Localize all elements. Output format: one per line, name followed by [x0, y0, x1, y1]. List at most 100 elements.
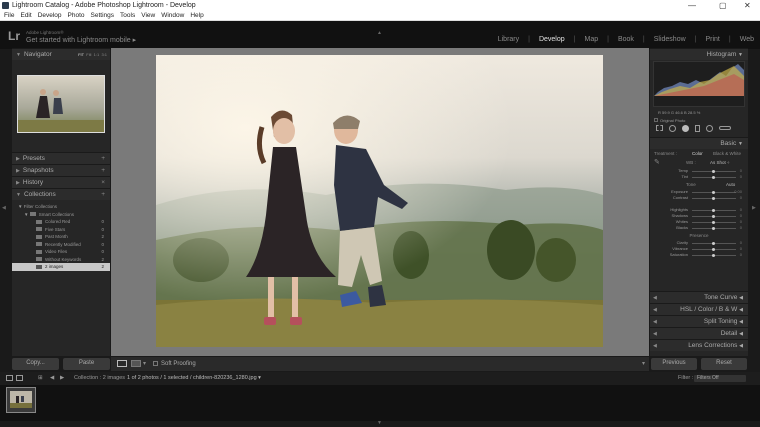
slider-knob[interactable]: [712, 247, 715, 251]
maximize-icon[interactable]: ▢: [719, 0, 727, 11]
crop-icon[interactable]: [656, 125, 663, 131]
right-panel-toggle-icon[interactable]: ▶: [752, 205, 756, 211]
list-item[interactable]: Recently Modified 0: [12, 241, 110, 249]
bottom-panel-toggle[interactable]: ▼: [0, 420, 760, 427]
tone-curve-header[interactable]: ◀ Tone Curve ◀: [650, 291, 748, 303]
detail-header[interactable]: ◀ Detail ◀: [650, 327, 748, 339]
slider-knob[interactable]: [712, 175, 715, 179]
collections-header[interactable]: ▼ Collections +: [12, 188, 110, 200]
zoom-fit[interactable]: FIT: [78, 52, 84, 57]
chevron-down-icon[interactable]: ▼: [377, 420, 382, 426]
grid-view-icon[interactable]: ⊞: [38, 372, 43, 385]
menu-file[interactable]: File: [4, 11, 14, 20]
before-after-icon[interactable]: [131, 360, 141, 367]
presets-header[interactable]: ▶ Presets +: [12, 152, 110, 164]
module-book[interactable]: Book: [618, 36, 634, 43]
lens-corrections-header[interactable]: ◀ Lens Corrections ◀: [650, 339, 748, 351]
slider-knob[interactable]: [712, 196, 715, 200]
slider-knob[interactable]: [712, 208, 715, 212]
slider-knob[interactable]: [712, 190, 715, 194]
module-library[interactable]: Library: [498, 36, 519, 43]
module-develop[interactable]: Develop: [539, 36, 565, 43]
list-item[interactable]: Past Month 2: [12, 233, 110, 241]
menu-edit[interactable]: Edit: [20, 11, 31, 20]
list-item[interactable]: ▼ Filter Collections: [12, 203, 110, 211]
eyedropper-icon[interactable]: ✎: [654, 158, 660, 168]
menu-window[interactable]: Window: [161, 11, 184, 20]
list-item[interactable]: Without Keywords 2: [12, 256, 110, 264]
split-toning-header[interactable]: ◀ Split Toning ◀: [650, 315, 748, 327]
collection-source[interactable]: Collection : 2 images: [74, 372, 125, 385]
navigator-header[interactable]: ▼ Navigator FIT Fill 1:1 3:1: [12, 48, 110, 60]
radial-filter-icon[interactable]: [706, 124, 713, 132]
snapshots-header[interactable]: ▶ Snapshots +: [12, 164, 110, 176]
basic-header[interactable]: Basic ▼: [650, 137, 748, 149]
history-header[interactable]: ▶ History ×: [12, 176, 110, 188]
menu-develop[interactable]: Develop: [38, 11, 62, 20]
list-item[interactable]: Five Stars 0: [12, 226, 110, 234]
zoom-3-1[interactable]: 3:1: [101, 52, 107, 57]
screen-2-icon[interactable]: [16, 375, 23, 381]
toolbar-menu-icon[interactable]: ▾: [642, 357, 645, 371]
module-slideshow[interactable]: Slideshow: [654, 36, 686, 43]
histogram-header[interactable]: Histogram ▼: [650, 48, 748, 60]
menu-tools[interactable]: Tools: [120, 11, 135, 20]
list-item-selected[interactable]: 2 images 2: [12, 263, 110, 271]
saturation-slider[interactable]: Saturation 0: [650, 252, 748, 258]
clear-history-icon[interactable]: ×: [101, 177, 105, 189]
left-panel-toggle-icon[interactable]: ◀: [2, 205, 6, 211]
slider-knob[interactable]: [712, 253, 715, 257]
menu-view[interactable]: View: [141, 11, 155, 20]
menu-help[interactable]: Help: [190, 11, 203, 20]
treatment-color[interactable]: Color: [692, 149, 703, 158]
graduated-filter-icon[interactable]: [695, 124, 700, 132]
mobile-promo-link[interactable]: Get started with Lightroom mobile ▸: [26, 36, 136, 44]
spot-removal-icon[interactable]: [669, 124, 676, 132]
menu-settings[interactable]: Settings: [91, 11, 115, 20]
blacks-slider[interactable]: Blacks 0: [650, 225, 748, 231]
add-snapshot-icon[interactable]: +: [101, 165, 105, 177]
top-panel-toggle-icon[interactable]: ▲: [377, 21, 382, 39]
main-photo[interactable]: [156, 55, 603, 347]
filter-select[interactable]: Filters Off: [694, 375, 746, 382]
loupe-view-icon[interactable]: [117, 360, 127, 367]
wb-select[interactable]: As Shot ÷: [710, 158, 729, 168]
slider-knob[interactable]: [712, 220, 715, 224]
paste-button[interactable]: Paste: [63, 358, 110, 370]
auto-tone-button[interactable]: Auto: [726, 180, 735, 189]
filmstrip-thumbnail[interactable]: [6, 387, 36, 413]
reset-button[interactable]: Reset: [701, 358, 747, 370]
copy-button[interactable]: Copy...: [12, 358, 59, 370]
add-preset-icon[interactable]: +: [101, 153, 105, 165]
close-icon[interactable]: ✕: [744, 0, 751, 11]
module-web[interactable]: Web: [740, 36, 754, 43]
slider-knob[interactable]: [712, 241, 715, 245]
list-item[interactable]: ▼ Smart Collections: [12, 211, 110, 219]
back-icon[interactable]: ◀: [50, 372, 54, 385]
add-collection-icon[interactable]: +: [101, 189, 105, 201]
slider-knob[interactable]: [712, 214, 715, 218]
smart-collection-icon: [36, 234, 42, 239]
screen-1-icon[interactable]: [6, 375, 13, 381]
navigator-preview[interactable]: [17, 75, 105, 133]
list-item[interactable]: Video Files 0: [12, 248, 110, 256]
menu-photo[interactable]: Photo: [68, 11, 85, 20]
soft-proofing-checkbox[interactable]: [153, 361, 158, 366]
slider-knob[interactable]: [712, 169, 715, 173]
slider-knob[interactable]: [712, 226, 715, 230]
chevron-down-icon[interactable]: ▾: [143, 357, 146, 371]
hsl-header[interactable]: ◀ HSL / Color / B & W ◀: [650, 303, 748, 315]
red-eye-icon[interactable]: [682, 124, 689, 132]
treatment-bw[interactable]: Black & White: [713, 149, 741, 158]
zoom-fill[interactable]: Fill: [86, 52, 91, 57]
minimize-icon[interactable]: —: [688, 0, 696, 11]
previous-button[interactable]: Previous: [651, 358, 697, 370]
module-map[interactable]: Map: [584, 36, 598, 43]
zoom-1-1[interactable]: 1:1: [94, 52, 100, 57]
list-item[interactable]: Colored Red 0: [12, 218, 110, 226]
module-print[interactable]: Print: [705, 36, 719, 43]
photo-info[interactable]: 1 of 2 photos / 1 selected / children-82…: [127, 372, 261, 385]
forward-icon[interactable]: ▶: [60, 372, 64, 385]
adjustment-brush-icon[interactable]: [719, 126, 731, 130]
contrast-slider[interactable]: Contrast 0: [650, 195, 748, 201]
